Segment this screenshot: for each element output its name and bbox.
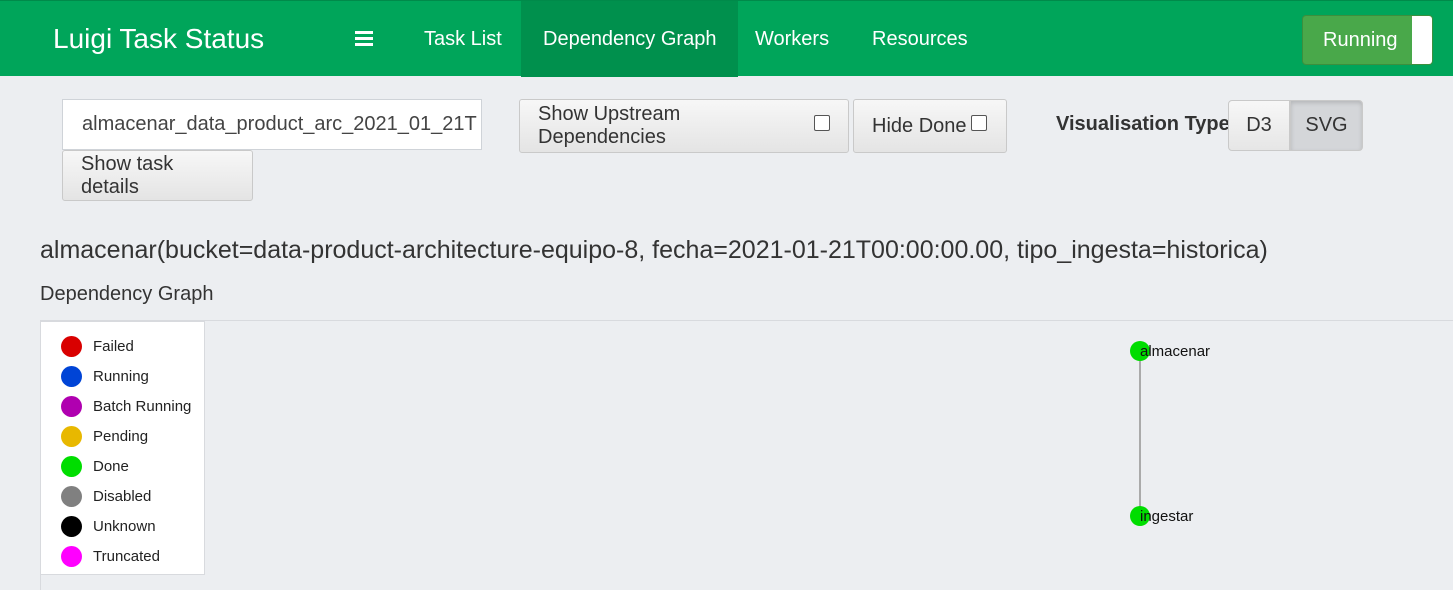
legend-label: Failed xyxy=(93,337,134,355)
dependency-graph-svg: almacenar ingestar xyxy=(1130,341,1210,526)
hide-done-checkbox[interactable] xyxy=(970,115,987,131)
task-title: almacenar(bucket=data-product-architectu… xyxy=(40,236,1268,264)
legend-item-failed: Failed xyxy=(61,335,134,357)
nav-dependency-graph[interactable]: Dependency Graph xyxy=(521,1,739,77)
status-legend: Failed Running Batch Running Pending Don… xyxy=(40,321,205,575)
node-label: almacenar xyxy=(1140,343,1210,360)
legend-item-pending: Pending xyxy=(61,425,149,447)
legend-dot xyxy=(61,395,82,417)
legend-dot xyxy=(61,485,82,507)
legend-label: Batch Running xyxy=(93,397,192,415)
brand-title[interactable]: Luigi Task Status xyxy=(53,23,264,55)
hamburger-menu-icon[interactable] xyxy=(355,28,383,50)
vis-option-svg[interactable]: SVG xyxy=(1290,100,1363,151)
legend-item-done: Done xyxy=(61,455,129,477)
graph-section-label: Dependency Graph xyxy=(40,283,214,305)
legend-label: Unknown xyxy=(93,517,156,535)
legend-item-truncated: Truncated xyxy=(61,545,160,567)
legend-item-disabled: Disabled xyxy=(61,485,152,507)
legend-item-unknown: Unknown xyxy=(61,515,156,537)
legend-label: Truncated xyxy=(93,547,160,565)
hide-done-label: Hide Done xyxy=(872,114,967,137)
legend-dot xyxy=(61,545,82,567)
show-upstream-button[interactable]: Show Upstream Dependencies xyxy=(519,99,849,153)
legend-dot xyxy=(61,515,82,537)
hide-done-button[interactable]: Hide Done xyxy=(853,99,1007,153)
nav-workers[interactable]: Workers xyxy=(733,1,851,77)
running-toggle-label: Running xyxy=(1323,29,1398,51)
show-task-details-button[interactable]: Show task details xyxy=(62,150,253,201)
legend-label: Done xyxy=(93,457,129,475)
node-label: ingestar xyxy=(1140,508,1193,525)
graph-node-ingestar[interactable]: ingestar xyxy=(1130,506,1193,526)
legend-label: Pending xyxy=(93,427,149,445)
legend-label: Running xyxy=(93,367,149,385)
legend-dot xyxy=(61,365,82,387)
dependency-graph-canvas: almacenar ingestar xyxy=(40,320,1453,590)
legend-item-running: Running xyxy=(61,365,149,387)
toggle-knob xyxy=(1412,16,1432,64)
nav-resources[interactable]: Resources xyxy=(850,1,990,77)
legend-dot xyxy=(61,425,82,447)
legend-item-batch-running: Batch Running xyxy=(61,395,192,417)
top-navbar: Luigi Task Status Task List Dependency G… xyxy=(0,0,1453,77)
legend-label: Disabled xyxy=(93,487,152,505)
visualisation-type-label: Visualisation Type xyxy=(1056,113,1230,135)
legend-dot xyxy=(61,335,82,357)
nav-task-list[interactable]: Task List xyxy=(402,1,524,77)
legend-dot xyxy=(61,455,82,477)
show-upstream-label: Show Upstream Dependencies xyxy=(538,103,681,148)
running-toggle[interactable]: Running xyxy=(1302,15,1433,65)
show-upstream-checkbox[interactable] xyxy=(814,115,830,131)
graph-node-almacenar[interactable]: almacenar xyxy=(1130,341,1210,361)
vis-option-d3[interactable]: D3 xyxy=(1228,100,1290,151)
task-id-input[interactable]: almacenar_data_product_arc_2021_01_21T xyxy=(62,99,482,150)
